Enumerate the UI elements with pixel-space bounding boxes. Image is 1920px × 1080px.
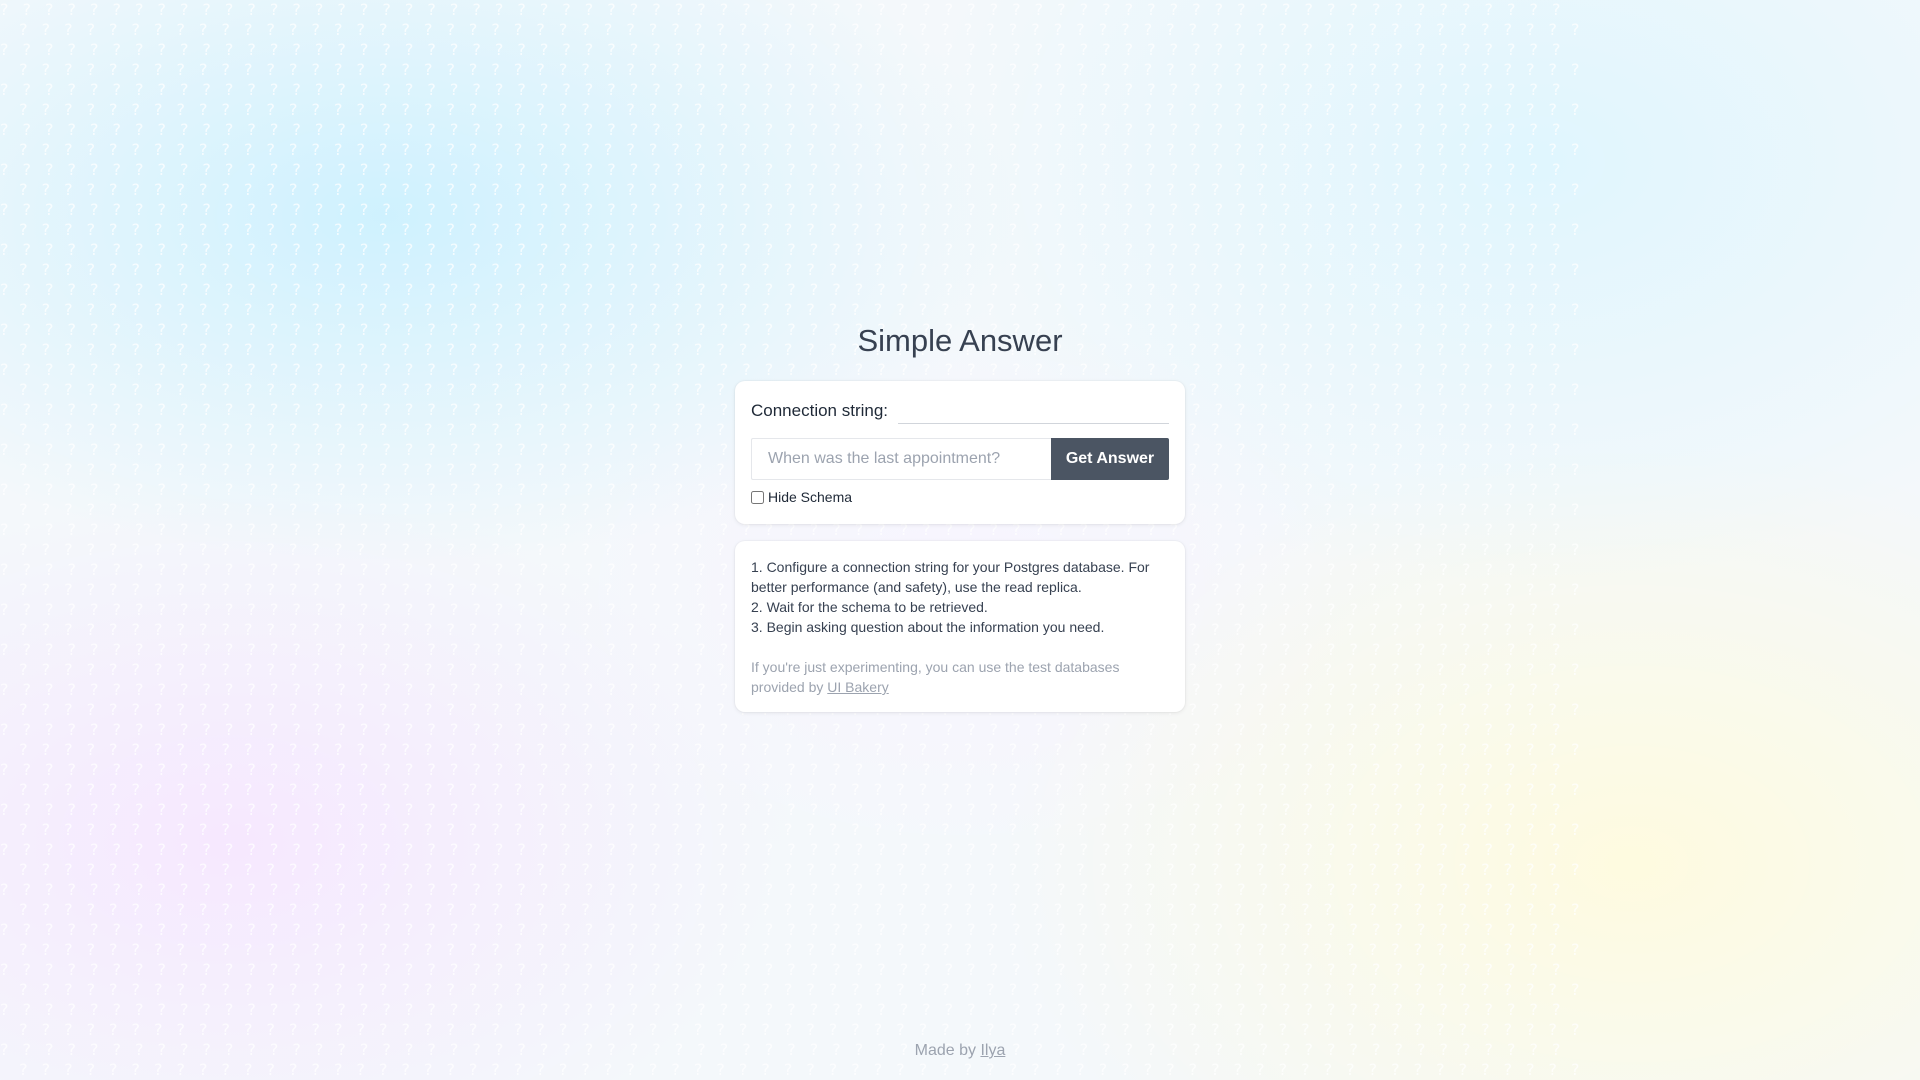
instruction-step: 2. Wait for the schema to be retrieved. xyxy=(751,599,988,615)
hide-schema-label: Hide Schema xyxy=(768,489,853,505)
page-title: Simple Answer xyxy=(857,323,1063,358)
footer: Made by Ilya xyxy=(0,1042,1920,1060)
connection-row: Connection string: xyxy=(751,398,1169,424)
test-database-hint: If you're just experimenting, you can us… xyxy=(751,657,1169,697)
get-answer-button[interactable]: Get Answer xyxy=(1051,438,1169,480)
author-link[interactable]: Ilya xyxy=(980,1042,1005,1059)
question-input[interactable] xyxy=(751,438,1051,480)
query-card: Connection string: Get Answer Hide Schem… xyxy=(735,381,1185,524)
instruction-steps: 1. Configure a connection string for you… xyxy=(751,557,1169,637)
instruction-step: 1. Configure a connection string for you… xyxy=(751,559,1150,595)
hide-schema-checkbox[interactable] xyxy=(751,490,764,504)
instruction-step: 3. Begin asking question about the infor… xyxy=(751,619,1105,635)
connection-string-label: Connection string: xyxy=(751,401,889,420)
hint-text: If you're just experimenting, you can us… xyxy=(751,659,1120,695)
connection-string-input[interactable] xyxy=(898,398,1169,424)
ui-bakery-link[interactable]: UI Bakery xyxy=(827,679,888,695)
page: Simple Answer Connection string: Get Ans… xyxy=(0,0,1920,1080)
hide-schema-option[interactable]: Hide Schema xyxy=(751,489,1169,505)
instructions-card: 1. Configure a connection string for you… xyxy=(735,541,1185,712)
question-row: Get Answer xyxy=(751,438,1169,480)
footer-prefix: Made by xyxy=(914,1042,976,1059)
